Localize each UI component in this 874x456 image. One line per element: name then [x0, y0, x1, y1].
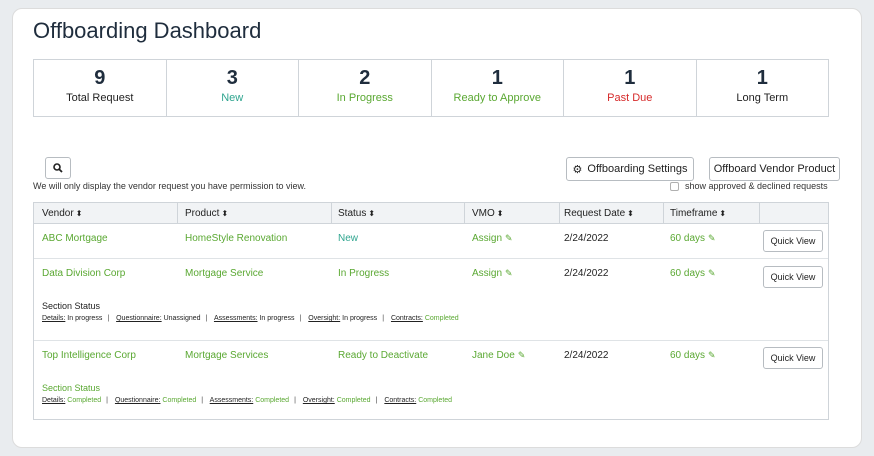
stat-value: 1 — [756, 67, 768, 89]
offboard-vendor-product-label: Offboard Vendor Product — [713, 163, 836, 175]
sort-icon: ⬍ — [221, 209, 229, 218]
request-date: 2/24/2022 — [564, 350, 609, 361]
table-row: Data Division Corp Mortgage Service In P… — [34, 259, 828, 341]
gear-icon: ⚙ — [572, 163, 583, 176]
section-status-title: Section Status — [42, 383, 101, 393]
product-link[interactable]: Mortgage Services — [185, 350, 268, 361]
requests-table: Vendor ⬍ Product ⬍ Status ⬍ VMO ⬍ Request Da… — [33, 202, 829, 420]
pencil-icon: ✎ — [505, 233, 513, 243]
vendor-link[interactable]: Data Division Corp — [42, 268, 125, 279]
offboarding-settings-button[interactable]: ⚙ Offboarding Settings — [566, 157, 694, 181]
section-status-line: Details: Completed | Questionnaire: Compl… — [42, 397, 453, 404]
stat-long-term[interactable]: 1 Long Term — [697, 60, 829, 116]
assessments-link[interactable]: Assessments: — [214, 315, 258, 322]
contracts-link[interactable]: Contracts: — [391, 315, 423, 322]
stat-value: 1 — [491, 67, 503, 89]
stat-label: New — [221, 92, 244, 104]
status-text: Ready to Deactivate — [338, 350, 429, 361]
vendor-link[interactable]: Top Intelligence Corp — [42, 350, 136, 361]
stat-value: 3 — [226, 67, 238, 89]
details-link[interactable]: Details: — [42, 315, 65, 322]
product-link[interactable]: Mortgage Service — [185, 268, 263, 279]
quick-view-button[interactable]: Quick View — [763, 347, 823, 369]
permission-note: We will only display the vendor request … — [33, 181, 306, 191]
stat-past-due[interactable]: 1 Past Due — [564, 60, 697, 116]
show-approved-checkbox[interactable]: show approved & declined requests — [670, 181, 828, 191]
search-icon — [53, 163, 63, 173]
stat-label: In Progress — [336, 92, 393, 104]
stat-in-progress[interactable]: 2 In Progress — [299, 60, 432, 116]
sort-icon: ⬍ — [75, 209, 83, 218]
pencil-icon: ✎ — [708, 233, 716, 243]
vmo-link[interactable]: Jane Doe ✎ — [472, 350, 525, 361]
offboard-vendor-product-button[interactable]: Offboard Vendor Product — [709, 157, 840, 181]
oversight-link[interactable]: Oversight: — [308, 315, 340, 322]
checkbox-label: show approved & declined requests — [685, 181, 828, 191]
pencil-icon: ✎ — [708, 268, 716, 278]
stat-value: 9 — [94, 67, 106, 89]
product-link[interactable]: HomeStyle Renovation — [185, 233, 287, 244]
questionnaire-link[interactable]: Questionnaire: — [115, 397, 161, 404]
sort-icon: ⬍ — [719, 209, 727, 218]
contracts-link[interactable]: Contracts: — [384, 397, 416, 404]
section-status-title: Section Status — [42, 301, 101, 311]
request-date: 2/24/2022 — [564, 233, 609, 244]
stats-bar: 9 Total Request 3 New 2 In Progress 1 Re… — [33, 59, 829, 117]
stat-ready-to-approve[interactable]: 1 Ready to Approve — [432, 60, 564, 116]
column-header-status[interactable]: Status ⬍ — [338, 208, 375, 219]
quick-view-button[interactable]: Quick View — [763, 266, 823, 288]
questionnaire-link[interactable]: Questionnaire: — [116, 315, 162, 322]
details-link[interactable]: Details: — [42, 397, 65, 404]
table-row: ABC Mortgage HomeStyle Renovation New As… — [34, 224, 828, 259]
timeframe-link[interactable]: 60 days ✎ — [670, 268, 716, 279]
vmo-assign-link[interactable]: Assign ✎ — [472, 233, 513, 244]
table-row: Top Intelligence Corp Mortgage Services … — [34, 341, 828, 419]
stat-value: 2 — [359, 67, 371, 89]
search-button[interactable] — [45, 157, 71, 179]
sort-icon: ⬍ — [627, 209, 634, 218]
checkbox-box[interactable] — [670, 181, 679, 191]
table-header: Vendor ⬍ Product ⬍ Status ⬍ VMO ⬍ Request Da… — [34, 203, 828, 224]
vmo-assign-link[interactable]: Assign ✎ — [472, 268, 513, 279]
status-text: New — [338, 233, 359, 244]
stat-label: Ready to Approve — [453, 92, 541, 104]
pencil-icon: ✎ — [505, 268, 513, 278]
timeframe-link[interactable]: 60 days ✎ — [670, 350, 716, 361]
column-header-product[interactable]: Product ⬍ — [185, 208, 228, 219]
offboarding-settings-label: Offboarding Settings — [587, 163, 688, 175]
request-date: 2/24/2022 — [564, 268, 609, 279]
column-header-request-date[interactable]: Request Date ⬍ — [564, 208, 634, 219]
oversight-link[interactable]: Oversight: — [303, 397, 335, 404]
stat-value: 1 — [624, 67, 636, 89]
timeframe-link[interactable]: 60 days ✎ — [670, 233, 716, 244]
page-title: Offboarding Dashboard — [33, 18, 262, 43]
stat-label: Total Request — [66, 92, 134, 104]
status-text: In Progress — [338, 268, 390, 279]
vendor-link[interactable]: ABC Mortgage — [42, 233, 108, 244]
stat-new[interactable]: 3 New — [167, 60, 299, 116]
pencil-icon: ✎ — [708, 350, 716, 360]
quick-view-button[interactable]: Quick View — [763, 230, 823, 252]
stat-total-request[interactable]: 9 Total Request — [34, 60, 167, 116]
column-header-vendor[interactable]: Vendor ⬍ — [42, 208, 82, 219]
assessments-link[interactable]: Assessments: — [210, 397, 254, 404]
column-header-vmo[interactable]: VMO ⬍ — [472, 208, 503, 219]
stat-label: Past Due — [607, 92, 653, 104]
column-header-timeframe[interactable]: Timeframe ⬍ — [670, 208, 726, 219]
section-status-line: Details: In progress | Questionnaire: Una… — [42, 315, 459, 322]
pencil-icon: ✎ — [517, 350, 526, 360]
stat-label: Long Term — [736, 92, 789, 104]
sort-icon: ⬍ — [368, 209, 376, 218]
sort-icon: ⬍ — [496, 209, 504, 218]
